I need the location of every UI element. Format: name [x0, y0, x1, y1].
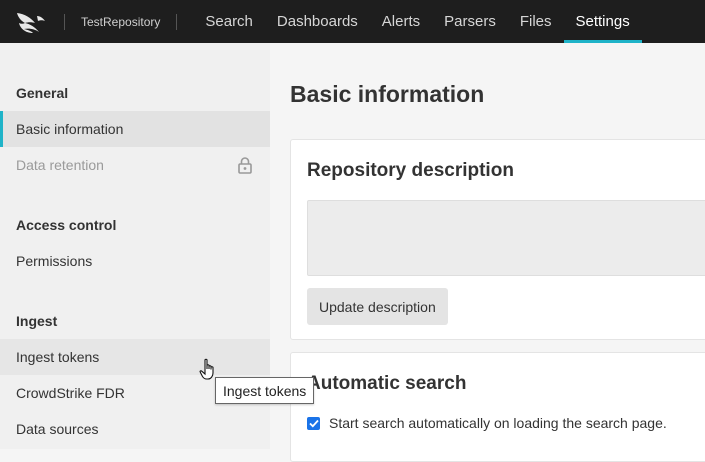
repository-name[interactable]: TestRepository	[65, 15, 176, 29]
nav-parsers[interactable]: Parsers	[432, 0, 508, 43]
nav-alerts[interactable]: Alerts	[370, 0, 432, 43]
nav-dashboards[interactable]: Dashboards	[265, 0, 370, 43]
automatic-search-card: Automatic search Start search automatica…	[290, 352, 705, 462]
hand-pointer-cursor-icon	[199, 358, 219, 387]
sidebar-item-label: Ingest tokens	[16, 349, 100, 365]
sidebar-item-label: Basic information	[16, 121, 124, 137]
sidebar-item-label: Data sources	[16, 421, 99, 437]
sidebar-item-basic-information[interactable]: Basic information	[0, 111, 270, 147]
sidebar-item-ingest-tokens[interactable]: Ingest tokens	[0, 339, 270, 375]
repository-description-card: Repository description Update descriptio…	[290, 139, 705, 340]
sidebar-item-label: Data retention	[16, 157, 104, 173]
sidebar-group-ingest: Ingest	[16, 313, 58, 329]
nav-search[interactable]: Search	[193, 0, 265, 43]
sidebar-item-permissions[interactable]: Permissions	[0, 243, 270, 279]
ingest-tokens-tooltip: Ingest tokens	[215, 377, 315, 404]
topbar-divider	[176, 13, 178, 30]
page-title: Basic information	[290, 81, 485, 107]
crowdstrike-falcon-logo[interactable]	[0, 0, 64, 43]
nav-files[interactable]: Files	[508, 0, 564, 43]
card-title: Automatic search	[307, 373, 467, 394]
sidebar-item-label: CrowdStrike FDR	[16, 385, 125, 401]
update-description-button[interactable]: Update description	[307, 288, 448, 325]
card-title: Repository description	[307, 160, 514, 181]
sidebar-item-data-retention[interactable]: Data retention	[0, 147, 270, 183]
lock-icon	[238, 157, 252, 177]
auto-search-checkbox[interactable]	[307, 416, 320, 430]
sidebar-item-data-sources[interactable]: Data sources	[0, 411, 270, 447]
auto-search-option[interactable]: Start search automatically on loading th…	[307, 415, 667, 431]
top-navigation-bar: TestRepository Search Dashboards Alerts …	[0, 0, 705, 43]
auto-search-label: Start search automatically on loading th…	[329, 415, 667, 431]
nav-settings[interactable]: Settings	[563, 0, 642, 43]
main-content: Basic information Repository description…	[270, 43, 705, 462]
repository-description-input[interactable]	[307, 200, 705, 276]
sidebar-group-general: General	[16, 85, 69, 101]
sidebar-item-label: Permissions	[16, 253, 93, 269]
sidebar-group-access-control: Access control	[16, 217, 117, 233]
